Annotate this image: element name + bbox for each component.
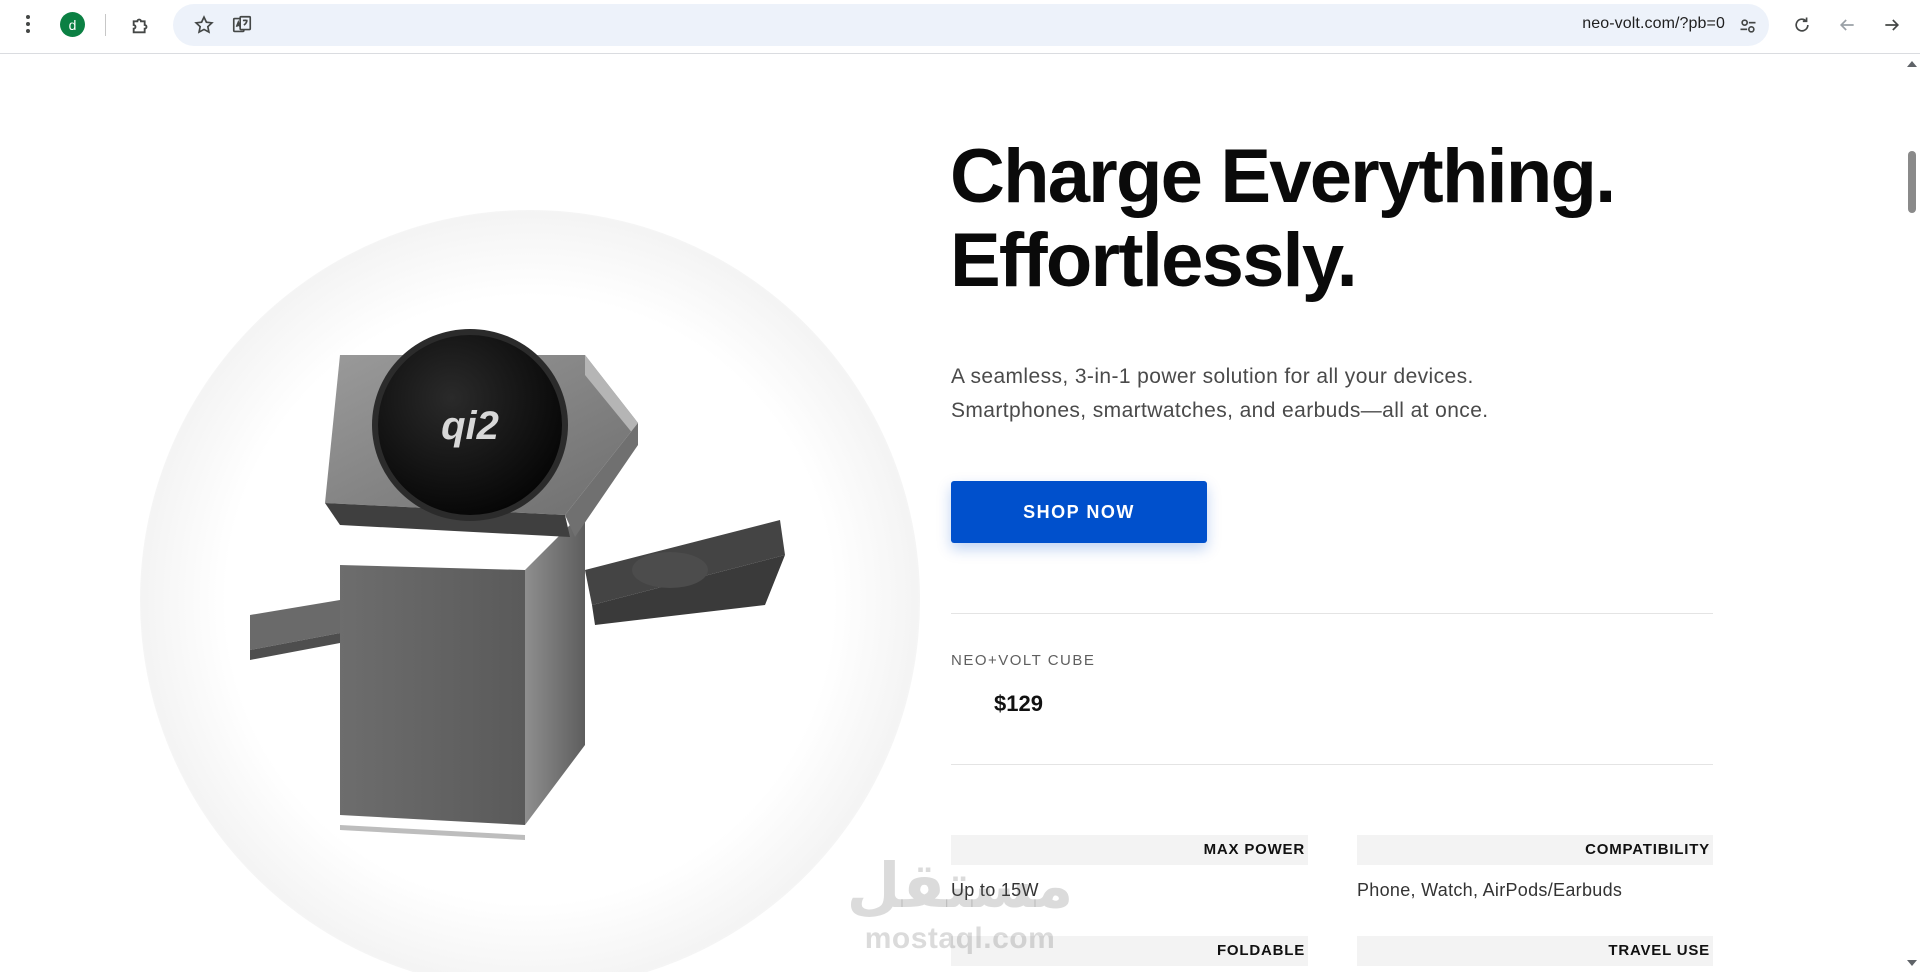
- browser-toolbar: d neo-volt.com/?pb=0: [0, 0, 1920, 54]
- subcopy-line-1: A seamless, 3-in-1 power solution for al…: [951, 365, 1474, 388]
- watermark-arabic: مستقل: [846, 849, 1074, 922]
- hero-headline: Charge Everything. Effortlessly.: [950, 135, 1650, 303]
- kebab-menu-icon[interactable]: [14, 10, 42, 38]
- spec-label-travel-use: TRAVEL USE: [1357, 936, 1713, 966]
- forward-icon[interactable]: [1877, 10, 1907, 40]
- spec-label-compatibility: COMPATIBILITY: [1357, 835, 1713, 865]
- scroll-up-icon[interactable]: [1907, 61, 1917, 67]
- toolbar-divider: [105, 14, 106, 36]
- subcopy-line-2: Smartphones, smartwatches, and earbuds—a…: [951, 399, 1489, 422]
- watermark-latin: mostaql.com: [864, 922, 1056, 955]
- page-content: qi2 Charge Everything. Effortlessly. A s…: [0, 55, 1904, 972]
- headline-line-2: Effortlessly.: [950, 218, 1358, 303]
- divider: [951, 613, 1713, 614]
- back-icon[interactable]: [1832, 10, 1862, 40]
- profile-avatar[interactable]: d: [60, 12, 85, 37]
- translate-icon[interactable]: [228, 11, 256, 39]
- scrollbar-thumb[interactable]: [1908, 151, 1916, 213]
- site-settings-icon[interactable]: [1733, 11, 1763, 41]
- hero-subcopy: A seamless, 3-in-1 power solution for al…: [951, 360, 1651, 428]
- star-icon[interactable]: [190, 11, 218, 39]
- product-image: qi2: [250, 329, 785, 840]
- url-text[interactable]: neo-volt.com/?pb=0: [1582, 15, 1725, 33]
- product-name: NEO+VOLT CUBE: [951, 652, 1096, 669]
- headline-line-1: Charge Everything.: [950, 134, 1616, 219]
- spec-value-compatibility: Phone, Watch, AirPods/Earbuds: [1357, 880, 1623, 900]
- scroll-down-icon[interactable]: [1907, 960, 1917, 966]
- reload-icon[interactable]: [1787, 10, 1817, 40]
- shop-now-button[interactable]: SHOP NOW: [951, 481, 1207, 543]
- address-bar[interactable]: [173, 4, 1769, 46]
- extension-icon[interactable]: [126, 10, 156, 40]
- product-price: $129: [994, 691, 1043, 716]
- qi2-logo: qi2: [441, 404, 499, 448]
- page-scrollbar[interactable]: [1904, 55, 1920, 972]
- watermark: مستقل mostaql.com: [840, 850, 1080, 956]
- divider: [951, 764, 1713, 765]
